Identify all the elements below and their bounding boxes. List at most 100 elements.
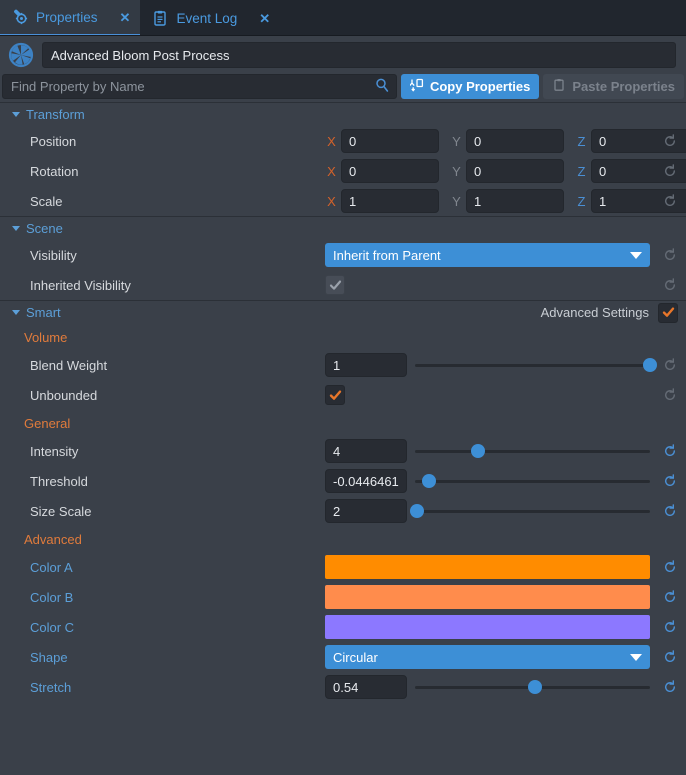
transform-section: Transform Position X Y Z Rotation X Y Z [0,102,686,216]
color-b-swatch[interactable] [325,585,650,609]
tab-close-icon[interactable]: ✕ [259,12,270,25]
color-a-swatch[interactable] [325,555,650,579]
chevron-down-icon[interactable] [12,226,20,231]
slider-knob[interactable] [643,358,657,372]
reset-button[interactable] [660,131,680,151]
reset-button[interactable] [660,355,680,375]
advanced-settings-checkbox[interactable] [658,303,678,323]
section-title: Transform [26,107,85,122]
reset-button[interactable] [660,587,680,607]
color-a-control [325,555,660,579]
reset-button[interactable] [660,617,680,637]
object-name-field[interactable] [42,42,676,68]
size-scale-field[interactable] [325,499,407,523]
subsection-title: General [24,416,70,431]
tab-event-log[interactable]: Event Log ✕ [140,0,280,36]
property-row-unbounded: Unbounded [0,380,686,410]
threshold-slider[interactable] [415,471,650,491]
reset-button[interactable] [660,501,680,521]
rotation-y-field[interactable] [466,159,564,183]
property-label: Intensity [30,444,325,459]
property-row-blend-weight: Blend Weight [0,350,686,380]
section-title: Scene [26,221,63,236]
tab-properties[interactable]: Properties ✕ [0,0,140,36]
scene-section-header[interactable]: Scene [0,216,686,240]
copy-properties-button[interactable]: Copy Properties [401,74,539,99]
slider-knob[interactable] [471,444,485,458]
stretch-control [325,675,660,699]
visibility-control: Inherit from Parent [325,243,660,267]
scale-y-field[interactable] [466,189,564,213]
object-header [0,36,686,74]
reset-button[interactable] [660,647,680,667]
search-input-wrapper[interactable] [2,74,397,99]
stretch-slider[interactable] [415,677,650,697]
property-row-rotation: Rotation X Y Z [0,156,686,186]
reset-button[interactable] [660,471,680,491]
reset-button[interactable] [660,385,680,405]
inherited-visibility-control [325,275,660,295]
reset-button[interactable] [660,275,680,295]
chevron-down-icon [630,252,642,259]
rotation-x-field[interactable] [341,159,439,183]
size-scale-slider[interactable] [415,501,650,521]
slider-knob[interactable] [422,474,436,488]
reset-button[interactable] [660,245,680,265]
intensity-slider[interactable] [415,441,650,461]
blend-weight-field[interactable] [325,353,407,377]
slider-track [415,450,650,453]
chevron-down-icon[interactable] [12,310,20,315]
search-icon[interactable] [374,77,390,96]
blend-weight-slider[interactable] [415,355,650,375]
scene-section: Scene Visibility Inherit from Parent Inh… [0,216,686,300]
section-title: Smart [26,305,61,320]
inherited-visibility-checkbox[interactable] [325,275,345,295]
slider-knob[interactable] [410,504,424,518]
check-icon [329,389,342,402]
visibility-dropdown[interactable]: Inherit from Parent [325,243,650,267]
paste-properties-button[interactable]: Paste Properties [543,74,684,99]
size-scale-control [325,499,660,523]
scale-x-field[interactable] [341,189,439,213]
shape-dropdown[interactable]: Circular [325,645,650,669]
position-y-field[interactable] [466,129,564,153]
axis-label-y: Y [450,164,463,179]
position-x-field[interactable] [341,129,439,153]
unbounded-checkbox[interactable] [325,385,345,405]
tab-label: Properties [36,10,98,25]
reset-button[interactable] [660,677,680,697]
advanced-settings-label: Advanced Settings [541,305,649,320]
vector3-control: X Y Z [325,189,660,213]
subsection-title: Advanced [24,532,82,547]
smart-section: Smart Advanced Settings Volume Blend Wei… [0,300,686,702]
reset-button[interactable] [660,161,680,181]
search-input[interactable] [3,79,374,94]
property-row-color-b: Color B [0,582,686,612]
threshold-field[interactable] [325,469,407,493]
axis-label-z: Z [575,134,588,149]
axis-label-y: Y [450,134,463,149]
property-label: Threshold [30,474,325,489]
intensity-field[interactable] [325,439,407,463]
property-label: Color B [30,590,325,605]
visibility-dropdown-value: Inherit from Parent [333,248,441,263]
reset-button[interactable] [660,441,680,461]
property-label: Visibility [30,248,325,263]
color-c-swatch[interactable] [325,615,650,639]
slider-track [415,480,650,483]
property-row-visibility: Visibility Inherit from Parent [0,240,686,270]
property-label: Scale [30,194,325,209]
color-b-control [325,585,660,609]
reset-button[interactable] [660,191,680,211]
property-label: Inherited Visibility [30,278,325,293]
reset-button[interactable] [660,557,680,577]
slider-knob[interactable] [528,680,542,694]
tab-close-icon[interactable]: ✕ [120,11,131,24]
vector3-control: X Y Z [325,159,660,183]
slider-track [415,510,650,513]
smart-section-header[interactable]: Smart Advanced Settings [0,300,686,324]
chevron-down-icon[interactable] [12,112,20,117]
stretch-field[interactable] [325,675,407,699]
transform-section-header[interactable]: Transform [0,102,686,126]
property-row-intensity: Intensity [0,436,686,466]
